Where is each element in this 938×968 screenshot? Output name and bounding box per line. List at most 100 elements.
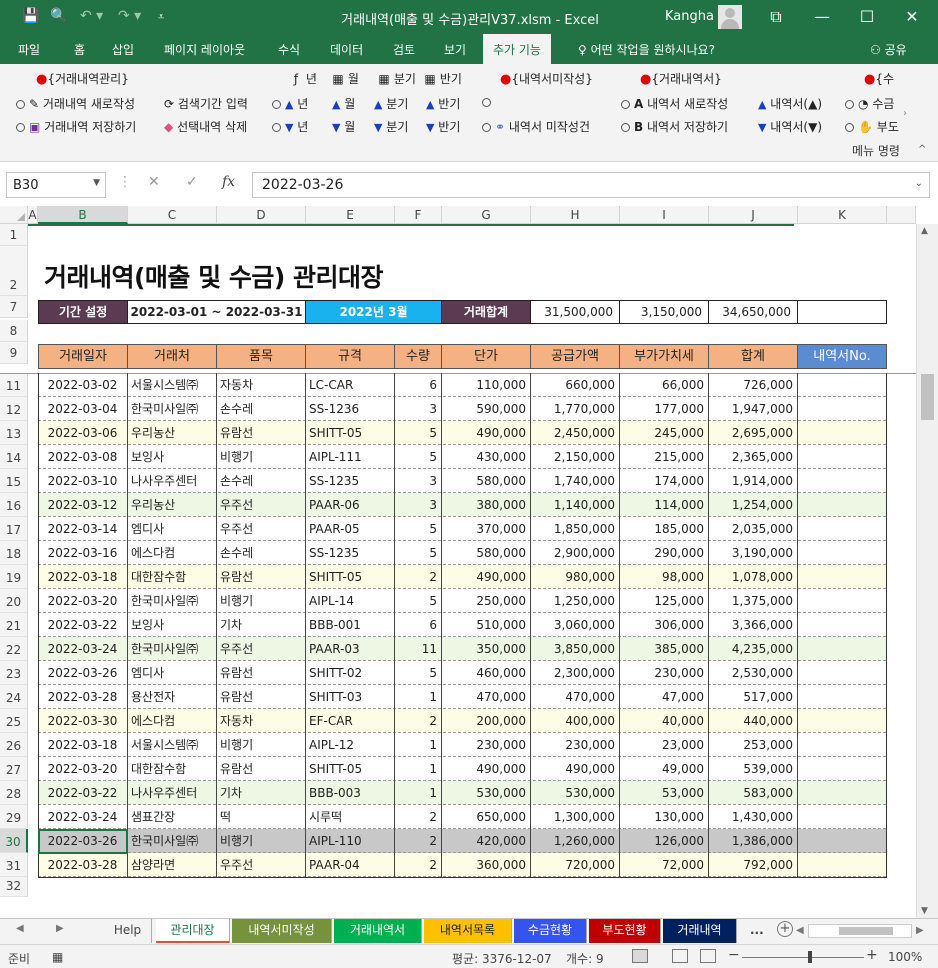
row-header-31[interactable]: 31 [0, 853, 28, 877]
total-vat-cell[interactable]: 3,150,000 [619, 300, 709, 324]
quarter-up-button[interactable]: ▲ 분기 [374, 95, 408, 112]
quarter-down-button[interactable]: ▼ 분기 [374, 118, 408, 135]
column-header-h[interactable]: H [531, 206, 620, 224]
sheet-tab-management-ledger[interactable]: 관리대장 [156, 919, 230, 943]
customize-quick-access-icon[interactable]: ⩡ [158, 10, 164, 24]
new-trade-button[interactable]: ✎ 거래내역 새로작성 [16, 95, 135, 112]
row-header-2[interactable]: 2 [0, 246, 28, 296]
period-year-button[interactable]: ƒ 년 [290, 70, 317, 87]
row-header-30[interactable]: 30 [0, 829, 28, 853]
row-header-11[interactable]: 11 [0, 373, 28, 397]
row-header-8[interactable]: 8 [0, 320, 28, 342]
column-header-g[interactable]: G [442, 206, 531, 224]
column-header-b[interactable]: B [38, 206, 128, 224]
column-header-k[interactable]: K [798, 206, 887, 224]
save-trade-button[interactable]: ▣ 거래내역 저장하기 [16, 118, 136, 135]
zoom-out-icon[interactable]: − [728, 947, 740, 963]
scroll-right-icon[interactable]: ▶ [916, 925, 924, 936]
tell-me-search[interactable]: ♀ 어떤 작업을 원하시나요? [578, 41, 715, 58]
normal-view-icon[interactable] [632, 949, 648, 963]
row-header-9[interactable]: 9 [0, 342, 28, 364]
zoom-slider[interactable] [742, 957, 864, 958]
table-header-cell[interactable]: 공급가액 [530, 344, 620, 369]
tab-view[interactable]: 보기 [444, 41, 466, 58]
sheet-tab-trade-history[interactable]: 거래내역 [663, 919, 737, 943]
collection-button[interactable]: ◔ 수금 [845, 95, 894, 112]
page-layout-view-icon[interactable] [672, 949, 688, 963]
period-half-button[interactable]: ▦ 반기 [424, 70, 462, 87]
row-header-15[interactable]: 15 [0, 469, 28, 493]
print-preview-icon[interactable]: 🔍 [50, 8, 67, 24]
row-header-1[interactable]: 1 [0, 224, 28, 246]
more-sheets-button[interactable]: ... [742, 919, 772, 943]
horizontal-scrollbar[interactable] [808, 924, 912, 938]
sheet-tab-help[interactable]: Help [104, 919, 152, 943]
table-header-cell[interactable]: 규격 [305, 344, 395, 369]
add-sheet-icon[interactable]: + [777, 921, 793, 937]
tab-add-ins[interactable]: 추가 기능 [483, 34, 551, 64]
month-up-button[interactable]: ▲ 월 [332, 95, 355, 112]
scroll-left-icon[interactable]: ◀ [796, 925, 804, 936]
sheet-tab-invoice-list[interactable]: 내역서목록 [424, 919, 512, 943]
invoice-down-button[interactable]: ▼ 내역서(▼) [758, 118, 822, 135]
table-header-cell[interactable]: 품목 [216, 344, 306, 369]
column-header-c[interactable]: C [128, 206, 217, 224]
tab-data[interactable]: 데이터 [330, 41, 363, 58]
dishonor-button[interactable]: ✋ 부도 [845, 118, 899, 135]
avatar[interactable] [718, 5, 742, 29]
tab-page-layout[interactable]: 페이지 레이아웃 [164, 41, 245, 58]
save-icon[interactable]: 💾 [22, 8, 39, 24]
select-all-button[interactable] [0, 206, 28, 224]
column-header-blank[interactable] [887, 206, 916, 224]
tab-review[interactable]: 검토 [393, 41, 415, 58]
save-invoice-button[interactable]: B 내역서 저장하기 [621, 118, 728, 135]
row-header-28[interactable]: 28 [0, 781, 28, 805]
period-range-cell[interactable]: 2022-03-01 ~ 2022-03-31 [127, 300, 306, 324]
undo-icon[interactable]: ↶ ▾ [80, 8, 103, 24]
tab-insert[interactable]: 삽입 [112, 41, 134, 58]
delete-selected-button[interactable]: ◆ 선택내역 삭제 [164, 118, 247, 135]
tab-formulas[interactable]: 수식 [278, 41, 300, 58]
sheet-tab-collection-status[interactable]: 수금현황 [514, 919, 587, 943]
next-sheet-icon[interactable]: ▶ [56, 923, 64, 934]
page-break-view-icon[interactable] [700, 949, 716, 963]
ribbon-scroll-right-icon[interactable]: › [903, 108, 907, 119]
row-header-27[interactable]: 27 [0, 757, 28, 781]
row-header-13[interactable]: 13 [0, 421, 28, 445]
year-down-button[interactable]: ▼ 년 [272, 118, 308, 135]
row-header-23[interactable]: 23 [0, 661, 28, 685]
row-header-29[interactable]: 29 [0, 805, 28, 829]
table-header-cell[interactable]: 단가 [441, 344, 531, 369]
name-box[interactable]: B30 ▼ [6, 172, 106, 198]
tab-home[interactable]: 홈 [74, 41, 85, 58]
table-header-cell[interactable]: 합계 [708, 344, 798, 369]
column-header-j[interactable]: J [709, 206, 798, 224]
zoom-level[interactable]: 100% [888, 950, 922, 964]
prev-sheet-icon[interactable]: ◀ [16, 923, 24, 934]
enter-icon[interactable]: ✓ [186, 174, 198, 190]
redo-icon[interactable]: ↷ ▾ [118, 8, 141, 24]
table-header-cell[interactable]: 거래일자 [38, 344, 128, 369]
close-button[interactable]: ✕ [898, 5, 926, 29]
column-header-a[interactable]: A [28, 206, 38, 224]
row-header-12[interactable]: 12 [0, 397, 28, 421]
year-up-button[interactable]: ▲ 년 [272, 95, 308, 112]
ribbon-display-options-button[interactable]: ⧉ [762, 5, 790, 29]
new-invoice-button[interactable]: A 내역서 새로작성 [621, 95, 728, 112]
scroll-down-icon[interactable]: ▼ [921, 906, 928, 916]
row-header-18[interactable]: 18 [0, 541, 28, 565]
unwritten-invoice-button[interactable]: ⚭ 내역서 미작성건 [482, 118, 590, 135]
half-down-button[interactable]: ▼ 반기 [426, 118, 460, 135]
total-supply-cell[interactable]: 31,500,000 [530, 300, 620, 324]
row-header-26[interactable]: 26 [0, 733, 28, 757]
zoom-slider-knob[interactable] [808, 951, 812, 963]
row-header-20[interactable]: 20 [0, 589, 28, 613]
row-header-22[interactable]: 22 [0, 637, 28, 661]
sheet-tab-dishonor-status[interactable]: 부도현황 [589, 919, 661, 943]
formula-input[interactable]: 2022-03-26 ⌄ [252, 172, 930, 198]
row-header-21[interactable]: 21 [0, 613, 28, 637]
expand-formula-bar-icon[interactable]: ⌄ [915, 178, 923, 189]
row-header-19[interactable]: 19 [0, 565, 28, 589]
period-month-button[interactable]: ▦ 월 [332, 70, 359, 87]
zoom-in-icon[interactable]: + [866, 947, 878, 963]
